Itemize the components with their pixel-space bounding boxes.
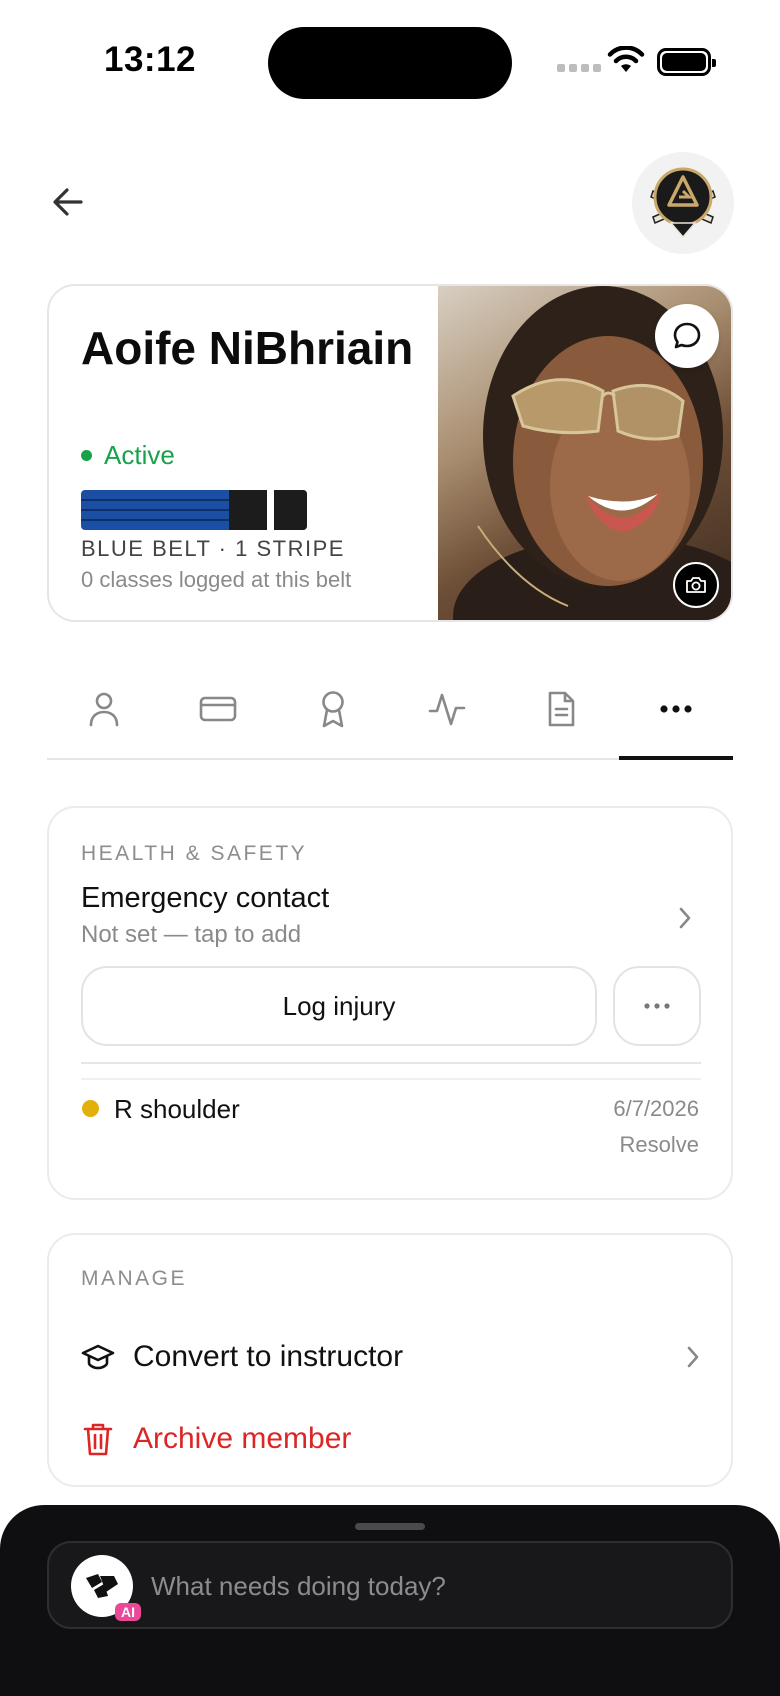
status-label: Active — [104, 440, 175, 470]
section-label-manage: MANAGE — [81, 1267, 188, 1290]
document-icon — [549, 691, 575, 727]
credit-card-icon — [200, 696, 237, 722]
assistant-logo-icon — [86, 1574, 118, 1598]
wifi-icon — [607, 46, 645, 72]
sheet-grabber[interactable] — [355, 1523, 425, 1530]
injury-date: 6/7/2026 — [613, 1096, 699, 1121]
member-photo — [438, 286, 731, 620]
assistant-input[interactable]: AI What needs doing today? — [47, 1541, 733, 1629]
chevron-right-icon — [687, 1346, 699, 1368]
tab-documents[interactable] — [504, 660, 618, 758]
trash-icon — [83, 1423, 113, 1456]
classes-logged-note: 0 classes logged at this belt — [81, 567, 352, 592]
divider — [81, 1062, 701, 1064]
cellular-signal-icon — [557, 64, 601, 72]
dynamic-island — [268, 27, 512, 99]
activity-icon — [428, 693, 466, 726]
award-ribbon-icon — [322, 691, 344, 728]
belt-graphic — [81, 490, 307, 530]
member-status: Active — [81, 440, 175, 471]
chat-bubble-icon — [673, 322, 701, 349]
resolve-injury-link[interactable]: Resolve — [620, 1132, 699, 1158]
camera-icon — [686, 577, 706, 593]
tab-profile[interactable] — [47, 660, 161, 758]
manage-card: MANAGE Convert to instructor Archive mem… — [47, 1233, 733, 1487]
member-profile-card: Aoife NiBhriain Active BLUE BELT · 1 STR… — [47, 284, 733, 622]
divider — [81, 1078, 701, 1080]
emergency-contact-subtitle: Not set — tap to add — [81, 921, 302, 948]
tab-more[interactable] — [618, 660, 734, 760]
message-member-button[interactable] — [655, 304, 719, 368]
more-horizontal-icon — [644, 1003, 670, 1009]
convert-to-instructor-row[interactable]: Convert to instructor — [81, 1327, 701, 1387]
ai-badge: AI — [115, 1603, 141, 1621]
log-injury-button[interactable]: Log injury — [81, 966, 597, 1046]
tab-billing[interactable] — [161, 660, 275, 758]
change-photo-button[interactable] — [673, 562, 719, 608]
emergency-contact-title: Emergency contact — [81, 882, 330, 914]
status-time: 13:12 — [104, 40, 197, 79]
person-icon — [89, 692, 119, 727]
injury-more-button[interactable] — [613, 966, 701, 1046]
arrow-left-icon — [53, 188, 83, 216]
gym-crest-icon — [650, 167, 716, 239]
injury-name: R shoulder — [114, 1094, 240, 1124]
back-button[interactable] — [44, 178, 92, 226]
archive-member-row[interactable]: Archive member — [81, 1409, 701, 1469]
status-dot — [81, 450, 92, 461]
convert-to-instructor-label: Convert to instructor — [133, 1340, 404, 1373]
battery-icon — [657, 48, 716, 76]
status-bar: 13:12 — [0, 0, 780, 120]
injury-status-dot — [82, 1100, 99, 1117]
more-horizontal-icon — [660, 705, 692, 713]
assistant-sheet: AI What needs doing today? — [0, 1505, 780, 1696]
profile-tabs — [47, 660, 734, 760]
member-name: Aoife NiBhriain — [81, 322, 414, 374]
gym-logo[interactable] — [632, 152, 734, 254]
belt-stripe — [267, 490, 274, 530]
archive-member-label: Archive member — [133, 1422, 352, 1455]
graduation-cap-icon — [81, 1344, 115, 1370]
tab-promotions[interactable] — [276, 660, 390, 758]
health-safety-card: HEALTH & SAFETY Emergency contact Not se… — [47, 806, 733, 1200]
chevron-right-icon — [679, 907, 691, 929]
section-label-health: HEALTH & SAFETY — [81, 842, 308, 865]
belt-rank-label: BLUE BELT · 1 STRIPE — [81, 536, 345, 561]
tab-activity[interactable] — [390, 660, 504, 758]
assistant-placeholder: What needs doing today? — [151, 1571, 446, 1601]
